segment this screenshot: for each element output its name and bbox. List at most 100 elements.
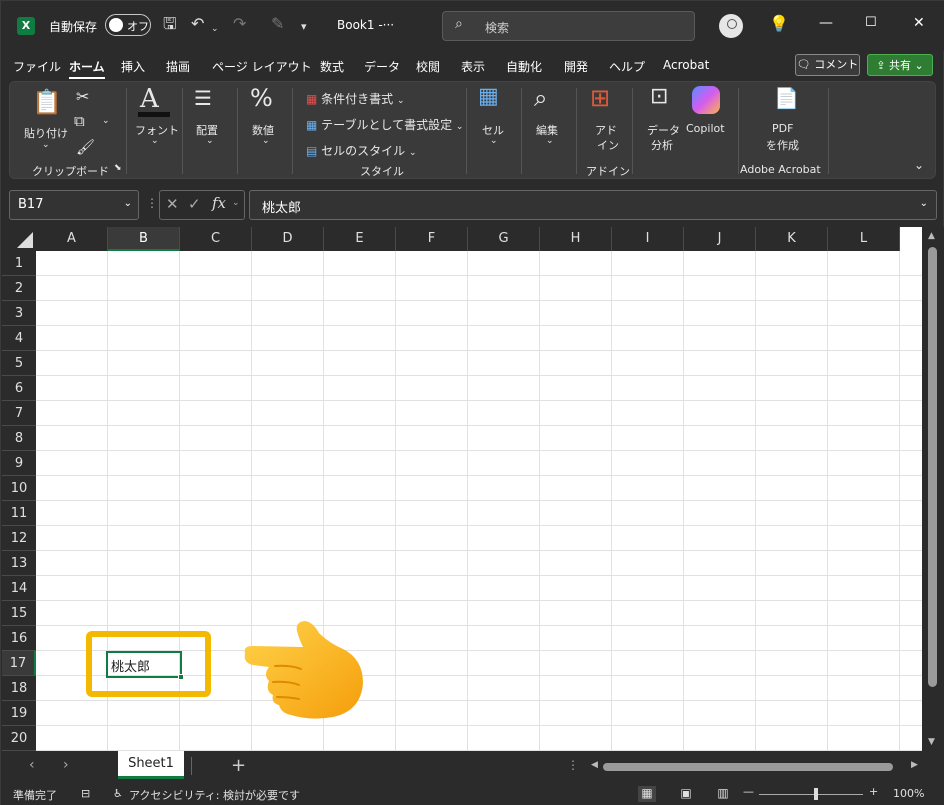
- tab-developer[interactable]: 開発: [564, 58, 588, 75]
- row-header-3[interactable]: 3: [2, 301, 36, 326]
- undo-dropdown-icon[interactable]: ⌄: [211, 19, 219, 39]
- tab-data[interactable]: データ: [364, 58, 400, 75]
- column-header-k[interactable]: K: [756, 227, 828, 251]
- addins-label-line2[interactable]: イン: [597, 137, 619, 153]
- row-header-19[interactable]: 19: [2, 701, 36, 726]
- macro-record-icon[interactable]: ⊟: [81, 787, 90, 800]
- tab-insert[interactable]: 挿入: [121, 58, 145, 75]
- tab-acrobat[interactable]: Acrobat: [663, 58, 709, 72]
- addins-icon[interactable]: ⊞: [590, 84, 610, 112]
- more-options-icon[interactable]: ⋮: [567, 758, 579, 772]
- pdf-label-line2[interactable]: を作成: [766, 137, 799, 153]
- percent-icon[interactable]: %: [250, 84, 273, 112]
- column-header-l[interactable]: L: [828, 227, 900, 251]
- document-title[interactable]: Book1 -···: [337, 18, 394, 32]
- editing-dropdown-icon[interactable]: ⌄: [546, 136, 554, 146]
- row-header-17[interactable]: 17: [2, 651, 36, 676]
- paste-label[interactable]: 貼り付け: [24, 125, 68, 141]
- scroll-up-icon[interactable]: ▲: [928, 231, 935, 241]
- data-analysis-label-line2[interactable]: 分析: [651, 137, 673, 153]
- enter-icon[interactable]: ✓: [188, 195, 201, 213]
- sheet-tab-sheet1[interactable]: Sheet1: [118, 751, 184, 779]
- close-button[interactable]: ✕: [913, 15, 925, 31]
- vertical-scroll-thumb[interactable]: [928, 247, 937, 687]
- row-header-9[interactable]: 9: [2, 451, 36, 476]
- column-header-j[interactable]: J: [684, 227, 756, 251]
- column-header-h[interactable]: H: [540, 227, 612, 251]
- zoom-in-icon[interactable]: +: [869, 785, 878, 798]
- insert-function-icon[interactable]: fx: [212, 194, 226, 212]
- row-header-6[interactable]: 6: [2, 376, 36, 401]
- prev-sheet-icon[interactable]: ‹: [29, 757, 35, 773]
- chevron-down-icon[interactable]: ⌄: [124, 198, 132, 209]
- row-header-12[interactable]: 12: [2, 526, 36, 551]
- data-analysis-label-line1[interactable]: データ: [647, 122, 680, 138]
- cut-icon[interactable]: ✂: [76, 87, 89, 106]
- select-all-button[interactable]: [2, 227, 36, 251]
- column-header-i[interactable]: I: [612, 227, 684, 251]
- copilot-icon[interactable]: [692, 86, 720, 114]
- data-analysis-icon[interactable]: ⊡: [650, 84, 668, 109]
- copilot-label[interactable]: Copilot: [686, 122, 725, 135]
- pdf-label-line1[interactable]: PDF: [772, 122, 793, 135]
- row-header-15[interactable]: 15: [2, 601, 36, 626]
- expand-formula-icon[interactable]: ⌄: [920, 198, 928, 209]
- dialog-launcher-icon[interactable]: ⬊: [114, 163, 122, 173]
- scroll-right-icon[interactable]: ▶: [911, 760, 918, 770]
- conditional-format-button[interactable]: ▦ 条件付き書式 ⌄: [306, 90, 405, 107]
- minimize-button[interactable]: —: [819, 15, 833, 31]
- horizontal-scroll-thumb[interactable]: [603, 763, 893, 771]
- autosave-toggle[interactable]: オフ: [105, 14, 151, 36]
- row-header-14[interactable]: 14: [2, 576, 36, 601]
- accessibility-icon[interactable]: ♿: [113, 787, 123, 800]
- tab-page-layout[interactable]: ページ レイアウト: [212, 58, 312, 75]
- column-header-a[interactable]: A: [36, 227, 108, 251]
- collapse-ribbon-icon[interactable]: ⌄: [914, 158, 924, 172]
- tab-review[interactable]: 校閲: [416, 58, 440, 75]
- maximize-button[interactable]: ☐: [865, 15, 877, 30]
- format-painter-icon[interactable]: ✎: [271, 14, 284, 34]
- page-break-view-icon[interactable]: ▥: [714, 786, 732, 802]
- column-header-c[interactable]: C: [180, 227, 252, 251]
- alignment-dropdown-icon[interactable]: ⌄: [206, 136, 214, 146]
- format-painter-icon[interactable]: 🖌: [76, 138, 95, 156]
- tab-home[interactable]: ホーム: [69, 58, 105, 79]
- redo-icon[interactable]: ↷: [233, 14, 246, 34]
- more-options-icon[interactable]: ⋮: [146, 196, 158, 210]
- add-sheet-button[interactable]: +: [231, 755, 246, 776]
- lightbulb-icon[interactable]: 💡: [769, 14, 789, 34]
- worksheet-grid[interactable]: ABCDEFGHIJKL 1 2 3 4 5 6 7 8 9 10 11 12 13 14 15 16 17 18…: [2, 227, 922, 751]
- number-dropdown-icon[interactable]: ⌄: [262, 136, 270, 146]
- formula-input[interactable]: 桃太郎 ⌄: [249, 190, 937, 220]
- undo-icon[interactable]: ↶: [191, 14, 204, 34]
- row-header-5[interactable]: 5: [2, 351, 36, 376]
- normal-view-icon[interactable]: ▦: [638, 786, 656, 802]
- row-header-16[interactable]: 16: [2, 626, 36, 651]
- row-header-2[interactable]: 2: [2, 276, 36, 301]
- zoom-out-icon[interactable]: —: [743, 785, 754, 798]
- row-header-11[interactable]: 11: [2, 501, 36, 526]
- search-icon[interactable]: ⌕: [534, 84, 547, 112]
- pdf-icon[interactable]: 📄: [774, 86, 799, 110]
- row-header-7[interactable]: 7: [2, 401, 36, 426]
- copy-dropdown-icon[interactable]: ⌄: [102, 116, 110, 126]
- page-layout-view-icon[interactable]: ▣: [677, 786, 695, 802]
- cell-styles-button[interactable]: ▤ セルのスタイル ⌄: [306, 142, 417, 159]
- paste-icon[interactable]: 📋: [32, 88, 62, 116]
- customize-toolbar-icon[interactable]: ▾: [301, 17, 307, 37]
- cells-icon[interactable]: ▦: [478, 84, 499, 109]
- column-header-e[interactable]: E: [324, 227, 396, 251]
- horizontal-scrollbar[interactable]: ◀ ▶: [591, 759, 923, 775]
- table-format-button[interactable]: ▦ テーブルとして書式設定 ⌄: [306, 116, 463, 133]
- vertical-scrollbar[interactable]: ▲ ▼: [922, 227, 944, 751]
- chevron-down-icon[interactable]: ⌄: [232, 198, 240, 208]
- tab-draw[interactable]: 描画: [166, 58, 190, 75]
- addins-label-line1[interactable]: アド: [595, 122, 617, 138]
- account-avatar[interactable]: [719, 14, 743, 38]
- row-header-1[interactable]: 1: [2, 251, 36, 276]
- share-button[interactable]: ⇪ 共有 ⌄: [867, 54, 933, 76]
- tab-file[interactable]: ファイル: [13, 58, 61, 75]
- column-header-d[interactable]: D: [252, 227, 324, 251]
- cells-dropdown-icon[interactable]: ⌄: [490, 136, 498, 146]
- cancel-icon[interactable]: ✕: [166, 195, 179, 213]
